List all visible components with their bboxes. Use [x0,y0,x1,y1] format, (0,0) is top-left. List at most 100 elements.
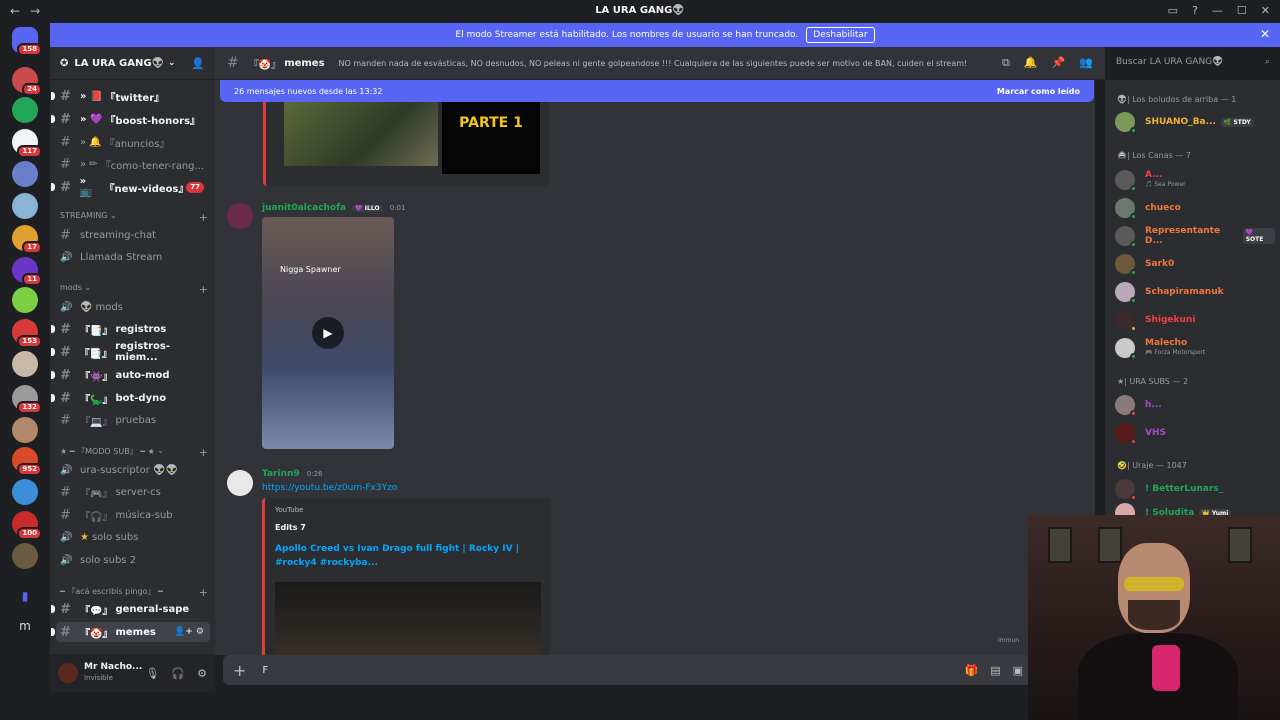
member-item[interactable]: Schapiramanuk [1115,281,1275,304]
server-icon-10[interactable] [12,351,38,377]
member-item[interactable]: ! BetterLunars_ [1115,478,1275,501]
voice-llamada-stream[interactable]: 🔊 Llamada Stream [56,247,210,267]
voice-ura-suscriptor[interactable]: 🔊 ura-suscriptor 👽👽 [56,460,210,480]
member-item[interactable]: Representante D... 💜 SOTE [1115,225,1275,248]
channel-anuncios[interactable]: # » 🔔 『anuncios』 [56,132,210,152]
message-input[interactable]: F [262,665,268,676]
help-icon[interactable]: ? [1192,4,1198,17]
gift-icon[interactable]: 🎁 [964,664,978,677]
user-info[interactable]: Mr Nacho... Invisible [84,662,142,684]
member-item[interactable]: Sark0 [1115,253,1275,276]
member-item[interactable]: h... [1115,394,1275,417]
server-icon-9[interactable]: 153 [12,319,42,348]
channel-topic[interactable]: NO manden nada de esvásticas, NO desnudo… [339,59,968,68]
discord-home-icon[interactable]: 158 [12,27,42,56]
invite-people-icon[interactable]: 👤 [191,57,205,70]
member-item[interactable]: A... 🎵 Sea Power [1115,169,1275,192]
channel-registros-miembros[interactable]: # 『📑』 registros-miem... [51,341,210,363]
embed-video-thumbnail[interactable] [275,582,541,655]
disable-streamer-button[interactable]: Deshabilitar [806,27,875,43]
embed-author[interactable]: Edits 7 [275,523,306,532]
new-messages-bar[interactable]: 26 mensajes nuevos desde las 13:32 Marca… [220,80,1094,102]
server-icon-1[interactable]: 24 [12,67,42,96]
add-channel-icon[interactable]: + [199,283,208,296]
channel-new-videos[interactable]: # » 📺 『new-videos』 77 [51,176,210,198]
channel-como-tener-rango[interactable]: # » ✏ 『como-tener-rang... [56,154,210,174]
server-icon-6[interactable]: 17 [12,225,42,254]
bell-icon[interactable]: 🔔 [1024,56,1038,70]
channel-pruebas[interactable]: # 『💻』 pruebas [56,410,210,430]
member-item[interactable]: ! Soludita 👑 Yumi [1115,502,1275,515]
server-header[interactable]: ✪ LA URA GANG👽 ⌄ 👤 [50,47,215,80]
close-window-button[interactable]: ✕ [1261,4,1270,17]
sticker-icon[interactable]: ▣ [1013,664,1023,677]
server-icon-m[interactable]: m [12,613,38,639]
server-icon-3[interactable]: 117 [12,129,42,158]
member-item[interactable]: Malecho 🎮 Forza Motorsport [1115,337,1275,360]
member-item[interactable]: VHS [1115,422,1275,445]
server-icon-15[interactable]: 100 [12,511,42,540]
channel-streaming-chat[interactable]: # streaming-chat [56,225,210,245]
server-icon-16[interactable] [12,543,38,569]
channel-musica-sub[interactable]: # 『🎧』 música-sub [56,505,210,525]
avatar[interactable] [227,470,253,496]
server-icon-2[interactable] [12,97,38,123]
mark-as-read-button[interactable]: Marcar como leído [997,87,1080,96]
microphone-icon[interactable]: 🎙 [145,667,159,680]
message-author[interactable]: juanit0alcachofa 💜 ILLO 0:01 [262,203,405,213]
headphones-icon[interactable]: 🎧 [171,667,185,680]
server-icon-11[interactable]: 132 [12,385,42,414]
folder-icon[interactable]: ▮ [12,583,38,609]
threads-icon[interactable]: ⧉ [1002,56,1010,70]
member-item[interactable]: SHUANO_Ba... 🌿 STDY [1115,111,1275,134]
voice-solo-subs-2[interactable]: 🔊 solo subs 2 [56,550,210,570]
gif-icon[interactable]: ▤ [990,664,1000,677]
members-icon[interactable]: 👥 [1079,56,1093,70]
server-icon-8[interactable] [12,287,38,313]
channel-bot-dyno[interactable]: # 『🦕』 bot-dyno [51,388,210,408]
close-banner-icon[interactable]: ✕ [1260,27,1270,41]
category-modo-sub[interactable]: ★ ━ 『MODO SUB』 ━ ★ ⌄ + [60,446,208,459]
category-aca-escribis-pingo[interactable]: ━ 『acá escribís pingo』 ━ + [60,586,208,599]
message-author[interactable]: Tarinn9 0:26 [262,469,323,479]
category-mods[interactable]: mods ⌄ + [60,283,208,296]
voice-solo-subs[interactable]: 🔊 ★ solo subs [56,527,210,547]
video-attachment[interactable]: Nigga Spawner ▶ [262,217,394,449]
category-streaming[interactable]: STREAMING ⌄ + [60,211,208,224]
message-link[interactable]: https://youtu.be/z0um-Fx3Yzo [262,483,397,493]
channel-boost-honors[interactable]: # » 💜 『boost-honors』 [51,109,210,129]
channel-server-cs[interactable]: # 『🎮』 server-cs [56,482,210,502]
avatar[interactable] [227,203,253,229]
channel-settings-icon[interactable]: 👤+ ⚙ [174,627,204,637]
maximize-button[interactable]: ☐ [1237,4,1247,17]
attach-plus-icon[interactable]: + [233,661,246,680]
channel-memes[interactable]: # 『🤡』 memes 👤+ ⚙ [51,622,210,642]
server-icon-13[interactable]: 952 [12,447,42,476]
avatar[interactable] [58,663,78,683]
minimize-button[interactable]: — [1212,4,1223,17]
message-composer[interactable]: + F 🎁 ▤ ▣ [223,655,1033,685]
server-icon-5[interactable] [12,193,38,219]
gear-icon[interactable]: ⚙ [197,667,207,680]
embed-title[interactable]: Apollo Creed vs Ivan Drago full fight | … [275,542,545,570]
add-channel-icon[interactable]: + [199,446,208,459]
voice-mods[interactable]: 🔊 👽 mods [56,297,210,317]
channel-label: 『boost-honors』 [105,115,201,127]
server-icon-12[interactable] [12,417,38,443]
channel-twitter[interactable]: # » 📕 『twitter』 [51,86,210,106]
server-icon-4[interactable] [12,161,38,187]
channel-general-sape[interactable]: # 『💬』 general-sape [51,599,210,619]
channel-registros[interactable]: # 『📑』 registros [51,319,210,339]
play-icon[interactable]: ▶ [312,317,344,349]
pin-icon[interactable]: 📌 [1052,56,1066,70]
channel-auto-mod[interactable]: # 『👾』 auto-mod [51,365,210,385]
embed-thumbnail[interactable] [284,98,438,166]
member-item[interactable]: Shigekuni [1115,309,1275,332]
search-input[interactable]: Buscar LA URA GANG👽 ⌕ [1110,53,1276,73]
add-channel-icon[interactable]: + [199,586,208,599]
add-channel-icon[interactable]: + [199,211,208,224]
server-icon-14[interactable] [12,479,38,505]
server-icon-7[interactable]: 11 [12,257,42,286]
inbox-icon[interactable]: ▭ [1168,4,1178,17]
member-item[interactable]: chueco [1115,197,1275,220]
